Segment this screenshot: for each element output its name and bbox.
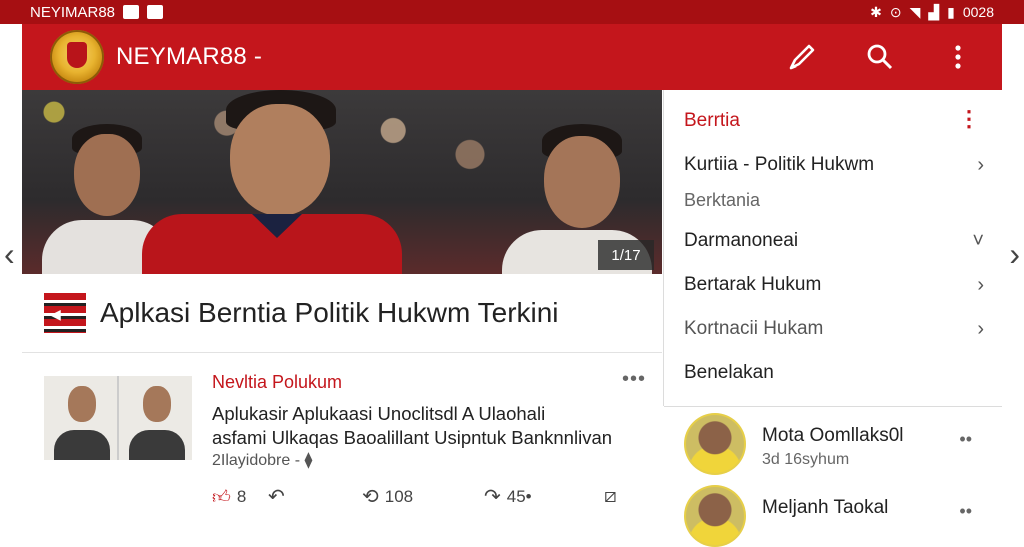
tag-icon: ⧫ — [304, 452, 313, 469]
location-icon: ⊙ — [889, 3, 902, 20]
contact-more-icon[interactable]: •• — [959, 429, 972, 450]
reply-button[interactable]: ↶ — [268, 484, 362, 509]
menu-item-benelakan[interactable]: Benelakan — [684, 362, 984, 384]
news-post[interactable]: Nevltia Polukum ••• Aplukasir Aplukaasi … — [22, 360, 662, 512]
menu-item-bertarak-hukum[interactable]: Bertarak Hukum › — [684, 274, 984, 296]
wifi-icon: ◥ — [909, 3, 921, 20]
previous-arrow-icon[interactable]: ‹ — [4, 236, 15, 273]
panel-title: Berrtia — [684, 110, 740, 131]
hero-image[interactable]: 1/17 — [22, 90, 662, 274]
chevron-right-icon: › — [977, 274, 984, 296]
panel-more-icon[interactable]: ⋮ — [958, 106, 980, 132]
news-menu-panel: Berrtia ⋮ Kurtiia - Politik Hukwm › Berkt… — [664, 90, 1002, 406]
status-bar: NEYIMAR88 ✱ ⊙ ◥ ▟ ▮ 0028 — [0, 0, 1024, 24]
menu-item-kortnacii-hukam[interactable]: Kortnacii Hukam › — [684, 318, 984, 340]
signal-icon: ▟ — [928, 3, 940, 20]
reply-icon: ↶ — [268, 486, 285, 508]
repost-icon: ⟲ — [362, 486, 379, 508]
menu-item-politik-hukum[interactable]: Kurtiia - Politik Hukwm › — [684, 154, 984, 176]
battery-icon: ▮ — [947, 3, 955, 20]
compose-button[interactable]: ⧄ — [604, 485, 617, 508]
contact-item[interactable]: Meljanh Taokal •• — [684, 485, 984, 547]
avatar — [684, 485, 746, 547]
app-bar: NEYMAR88 - — [22, 24, 1002, 90]
more-vert-icon[interactable] — [942, 41, 974, 73]
avatar — [684, 413, 746, 475]
post-category[interactable]: Nevltia Polukum — [212, 372, 342, 393]
like-icon: 👍︎ — [212, 486, 231, 507]
app-title: NEYMAR88 - — [116, 43, 263, 70]
contact-name: Mota Oomllaks0l — [762, 425, 904, 446]
repost-button[interactable]: ⟲ 108 — [362, 484, 484, 509]
notification-icon-2 — [147, 5, 164, 19]
contact-subtitle: 3d 16syhum — [762, 451, 850, 468]
compose-icon: ⧄ — [604, 485, 617, 507]
contacts-list: Mota Oomllaks0l 3d 16syhum •• Meljanh Ta… — [664, 406, 1002, 547]
notification-icon — [123, 5, 140, 19]
player-figure-center — [142, 90, 402, 274]
menu-item-darmanoneai[interactable]: Darmanoneai ˅ — [684, 230, 984, 252]
post-meta: 2Ilayidobre - ⧫ — [212, 452, 313, 469]
status-left-text: NEYIMAR88 — [30, 3, 116, 21]
share-icon: ↷ — [484, 486, 501, 508]
headline-title: Aplkasi Berntia Politik Hukwm Terkini — [100, 297, 559, 328]
bluetooth-icon: ✱ — [870, 3, 882, 20]
next-arrow-icon[interactable]: › — [1009, 236, 1020, 273]
post-more-icon[interactable]: ••• — [622, 368, 646, 391]
post-text: Aplukasir Aplukaasi Unoclitsdl A Ulaohal… — [212, 403, 613, 448]
contact-name: Meljanh Taokal — [762, 497, 889, 518]
headline-card[interactable]: ◀ Aplkasi Berntia Politik Hukwm Terkini — [22, 274, 662, 353]
edit-icon[interactable] — [786, 41, 818, 73]
chevron-right-icon: › — [977, 154, 984, 176]
contact-item[interactable]: Mota Oomllaks0l 3d 16syhum •• — [684, 413, 984, 475]
chevron-down-icon: ˅ — [972, 230, 984, 252]
share-button[interactable]: ↷ 45• — [484, 484, 604, 509]
menu-item-berktania[interactable]: Berktania — [684, 190, 984, 211]
post-thumbnail[interactable] — [44, 376, 192, 460]
status-time: 0028 — [962, 4, 994, 20]
flag-icon: ◀ — [44, 293, 86, 333]
chevron-right-icon: › — [977, 318, 984, 340]
post-actions: 👍︎ 8 ↶ ⟲ 108 ↷ 45• ⧄ — [212, 484, 642, 509]
like-button[interactable]: 👍︎ 8 — [212, 486, 268, 508]
image-counter: 1/17 — [598, 240, 654, 270]
app-logo[interactable] — [50, 30, 104, 84]
search-icon[interactable] — [864, 41, 896, 73]
